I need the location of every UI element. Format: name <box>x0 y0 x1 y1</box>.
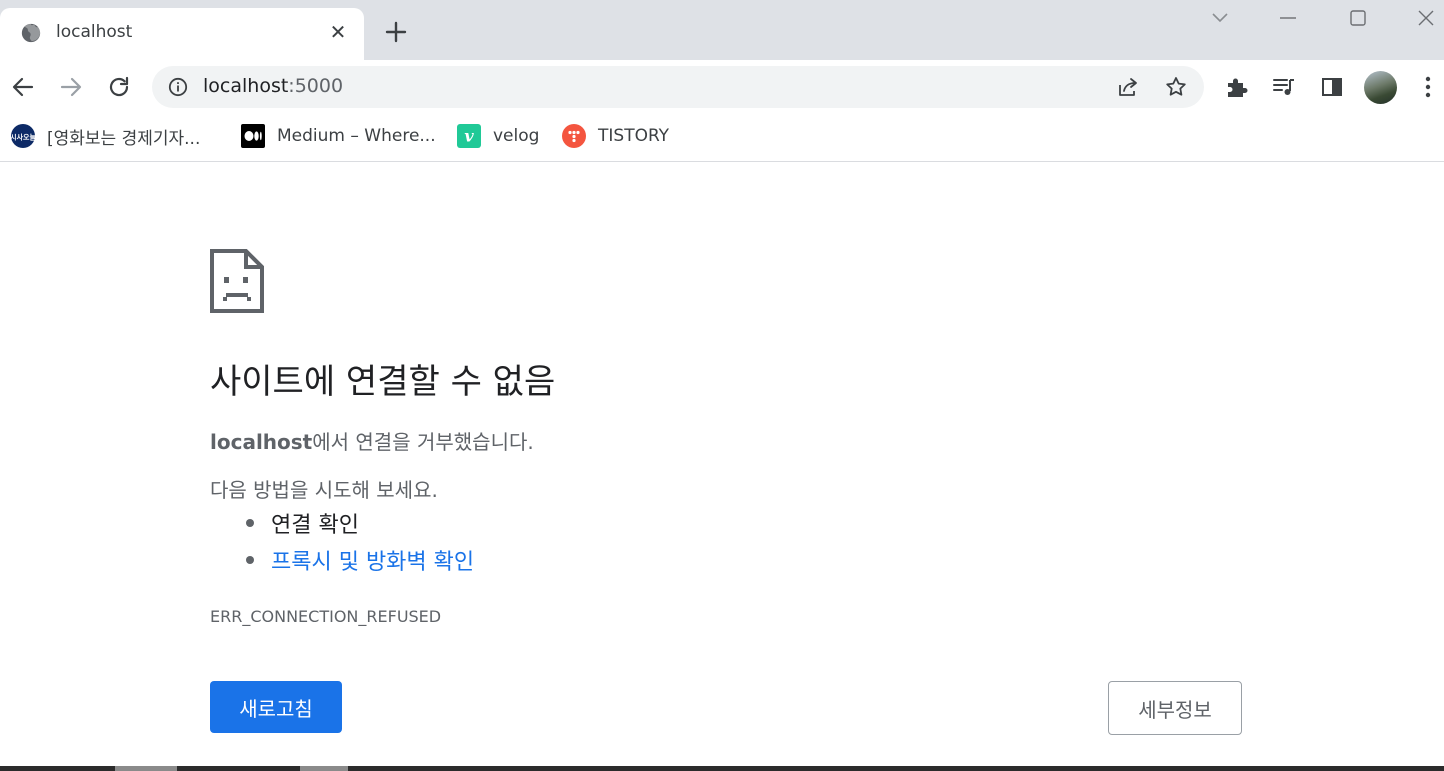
suggestion-check-connection: 연결 확인 <box>246 504 474 541</box>
sad-page-icon <box>210 249 264 313</box>
try-instructions: 다음 방법을 시도해 보세요. <box>210 478 438 502</box>
taskbar-item[interactable] <box>115 766 177 771</box>
maximize-icon[interactable] <box>1346 6 1370 30</box>
forward-arrow-icon[interactable] <box>57 73 85 101</box>
error-page: 사이트에 연결할 수 없음 localhost에서 연결을 거부했습니다. 다음… <box>0 163 1444 766</box>
tab-title: localhost <box>56 22 133 42</box>
side-panel-icon[interactable] <box>1319 74 1345 100</box>
back-arrow-icon[interactable] <box>9 73 37 101</box>
error-message: localhost에서 연결을 거부했습니다. <box>210 430 534 454</box>
url-text[interactable]: localhost:5000 <box>203 75 343 97</box>
taskbar-edge <box>0 766 1444 771</box>
error-title: 사이트에 연결할 수 없음 <box>210 362 556 402</box>
tab-strip: localhost ✕ <box>0 0 1444 60</box>
extensions-puzzle-icon[interactable] <box>1224 74 1250 100</box>
taskbar-item[interactable] <box>300 766 348 771</box>
address-bar[interactable]: localhost:5000 <box>152 66 1204 108</box>
bookmark-label: Medium – Where... <box>277 126 436 146</box>
suggestion-check-proxy-firewall[interactable]: 프록시 및 방화벽 확인 <box>246 541 474 578</box>
sisa-icon: 시사오늘 <box>11 124 35 148</box>
bookmarks-bar: 시사오늘 [영화보는 경제기자... Medium – Where... v v… <box>0 114 1444 162</box>
profile-avatar[interactable] <box>1364 71 1397 104</box>
tistory-icon <box>562 124 586 148</box>
reload-icon[interactable] <box>105 73 133 101</box>
bookmark-velog[interactable]: v velog <box>457 124 539 148</box>
info-icon[interactable] <box>168 77 188 97</box>
tab-search-chevron-icon[interactable] <box>1208 6 1232 30</box>
proxy-firewall-link[interactable]: 프록시 및 방화벽 확인 <box>271 544 474 576</box>
error-code: ERR_CONNECTION_REFUSED <box>210 607 442 626</box>
more-menu-icon[interactable] <box>1415 74 1441 100</box>
reload-button[interactable]: 새로고침 <box>210 681 342 733</box>
media-control-icon[interactable] <box>1271 74 1297 100</box>
bookmark-label: TISTORY <box>598 126 670 146</box>
tab-localhost[interactable]: localhost ✕ <box>0 8 364 60</box>
bullet <box>246 555 254 564</box>
bookmark-star-icon[interactable] <box>1164 75 1188 99</box>
svg-text:시사오늘: 시사오늘 <box>11 133 35 142</box>
minimize-icon[interactable] <box>1276 6 1300 30</box>
globe-icon <box>21 23 41 43</box>
bookmark-medium[interactable]: Medium – Where... <box>241 124 436 148</box>
new-tab-plus-icon[interactable] <box>382 18 410 46</box>
error-host: localhost <box>210 430 313 454</box>
medium-icon <box>241 124 265 148</box>
share-icon[interactable] <box>1116 75 1140 99</box>
svg-text:v: v <box>464 127 474 146</box>
close-window-icon[interactable] <box>1414 6 1438 30</box>
velog-icon: v <box>457 124 481 148</box>
suggestion-list: 연결 확인 프록시 및 방화벽 확인 <box>246 504 474 578</box>
bookmark-label: [영화보는 경제기자... <box>47 128 201 149</box>
bookmark-tistory[interactable]: TISTORY <box>562 124 669 148</box>
bookmark-sisa[interactable]: 시사오늘 [영화보는 경제기자... <box>11 124 201 149</box>
tab-close-icon[interactable]: ✕ <box>327 21 349 43</box>
details-button[interactable]: 세부정보 <box>1108 681 1242 735</box>
browser-toolbar: localhost:5000 <box>0 60 1444 114</box>
bullet <box>246 518 254 527</box>
bookmark-label: velog <box>493 126 540 146</box>
